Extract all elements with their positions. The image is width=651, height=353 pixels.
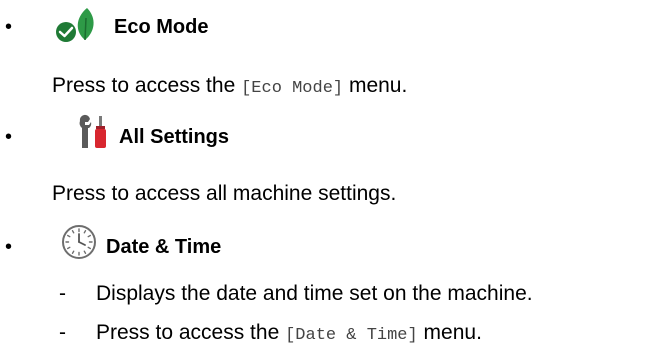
eco-mode-heading: Eco Mode <box>114 16 209 38</box>
sub-prefix: Press to access the <box>96 321 286 344</box>
sub-suffix: menu. <box>417 321 482 344</box>
date-time-item: • Date & Time - Displays the date and ti… <box>0 220 651 353</box>
date-time-heading: Date & Time <box>106 236 222 258</box>
dash-bullet: - <box>59 282 66 305</box>
date-time-menu-name: [Date & Time] <box>285 326 418 345</box>
tools-screwdriver-wrench-icon <box>79 114 106 148</box>
dash-bullet: - <box>59 321 66 344</box>
date-time-sub-item-1: Displays the date and time set on the ma… <box>96 282 533 305</box>
eco-mode-description: Press to access the [Eco Mode] menu. <box>52 73 407 102</box>
desc-prefix: Press to access the <box>52 74 242 97</box>
clock-icon <box>62 225 96 259</box>
bullet: • <box>5 236 13 258</box>
bullet: • <box>5 16 13 38</box>
eco-leaf-checkmark-icon <box>56 8 94 42</box>
all-settings-description: Press to access all machine settings. <box>52 182 397 205</box>
eco-mode-item: • Eco Mode Press to access the [Eco Mode… <box>0 0 651 100</box>
all-settings-item: • All Settings Press to access all machi… <box>0 110 651 210</box>
date-time-sub-item-2: Press to access the [Date & Time] menu. <box>96 320 482 349</box>
bullet: • <box>5 126 13 148</box>
desc-suffix: menu. <box>343 74 408 97</box>
all-settings-heading: All Settings <box>119 126 230 148</box>
eco-mode-menu-name: [Eco Mode] <box>241 79 344 98</box>
